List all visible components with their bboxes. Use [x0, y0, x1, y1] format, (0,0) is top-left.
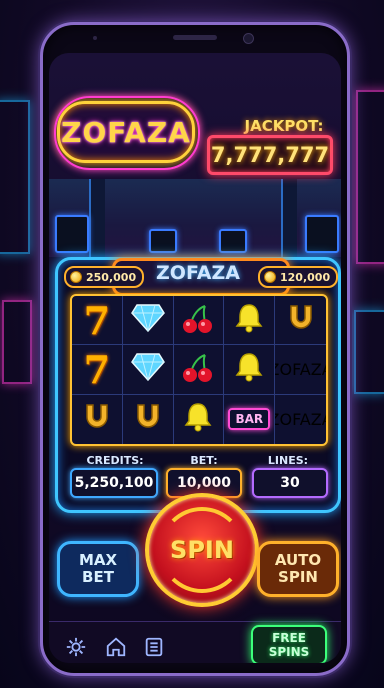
background-slot-machine: [2, 300, 32, 384]
slot-machine-scenery: [219, 229, 247, 253]
cherry-icon: [181, 351, 215, 387]
slot-machine-scenery: [149, 229, 177, 253]
game-logo: ZOFAZA: [54, 96, 200, 170]
menu-list-icon[interactable]: [143, 636, 165, 658]
pillar: [281, 179, 297, 257]
auto-spin-label: AUTO SPIN: [274, 551, 322, 586]
background-slot-machine: [354, 310, 384, 394]
reel-grid: 77ZOFAZABARZOFAZA: [70, 294, 328, 446]
reel-cell: BAR: [224, 394, 276, 444]
camera-icon: [243, 33, 254, 44]
pillar: [89, 179, 105, 257]
free-spins-label: FREE SPINS: [268, 631, 310, 659]
bet-label: BET:: [190, 454, 218, 467]
reel-cell: [122, 345, 174, 395]
reel-cell: ZOFAZA: [275, 345, 326, 395]
casino-background: [49, 179, 341, 257]
lines-value: 30: [252, 468, 328, 498]
jackpot-value: 7,777,777: [207, 135, 333, 175]
reel-cell: [224, 345, 276, 395]
zofaza-symbol: ZOFAZA: [275, 359, 326, 379]
phone-speaker: [173, 35, 217, 40]
coin-icon: [264, 271, 276, 283]
slot-machine-scenery: [55, 215, 89, 253]
reel-cell: [173, 296, 225, 346]
horseshoe-icon: [81, 401, 113, 437]
auto-spin-button[interactable]: AUTO SPIN: [257, 541, 339, 597]
spin-button[interactable]: SPIN: [145, 493, 259, 607]
left-coin-value: 250,000: [86, 270, 137, 284]
slot-machine-scenery: [305, 215, 339, 253]
bar-symbol: BAR: [228, 408, 271, 431]
seven-symbol: 7: [83, 297, 111, 343]
logo-ring: [54, 96, 200, 170]
max-bet-button[interactable]: MAX BET: [57, 541, 139, 597]
diamond-icon: [130, 303, 165, 337]
lines-label: LINES:: [267, 454, 309, 467]
diamond-icon: [130, 352, 165, 386]
sensor-dot: [93, 36, 97, 40]
left-coin-counter: 250,000: [64, 266, 145, 288]
cherry-icon: [181, 302, 215, 338]
reel-cell: [174, 394, 225, 444]
free-spins-button[interactable]: FREE SPINS: [251, 625, 327, 663]
credits-value: 5,250,100: [70, 468, 158, 498]
seven-symbol: 7: [83, 346, 111, 392]
spin-label: SPIN: [170, 536, 234, 564]
right-coin-counter: 120,000: [258, 266, 339, 288]
zofaza-symbol: ZOFAZA: [275, 409, 326, 429]
reel-cell: [123, 394, 174, 444]
reel-cell: [72, 394, 123, 444]
bell-icon: [182, 401, 214, 437]
reel-cell: [122, 296, 174, 346]
right-coin-value: 120,000: [280, 270, 331, 284]
gear-icon[interactable]: [65, 636, 87, 658]
reel-cell: ZOFAZA: [275, 395, 326, 444]
reel-cell: 7: [72, 296, 123, 346]
background-building: [0, 100, 30, 254]
bell-icon: [233, 302, 265, 338]
jackpot-label: JACKPOT:: [244, 117, 324, 135]
credits-label: CREDITS:: [86, 454, 144, 467]
reel-cell: [173, 345, 225, 395]
max-bet-label: MAX BET: [78, 551, 118, 586]
bell-icon: [233, 351, 265, 387]
reel-cell: [275, 296, 326, 346]
horseshoe-icon: [132, 401, 164, 437]
phone-frame: ZOFAZA JACKPOT: 7,777,777 ZOFAZA 250,000…: [40, 22, 350, 676]
reel-cell: 7: [72, 345, 123, 395]
horseshoe-icon: [285, 302, 317, 338]
home-icon[interactable]: [105, 636, 127, 658]
slot-frame: ZOFAZA 250,000 120,000 77ZOFAZABARZOFAZA…: [55, 257, 341, 513]
coin-icon: [70, 271, 82, 283]
reel-cell: [224, 296, 276, 346]
background-building: [356, 90, 384, 264]
game-screen: ZOFAZA JACKPOT: 7,777,777 ZOFAZA 250,000…: [49, 53, 341, 663]
